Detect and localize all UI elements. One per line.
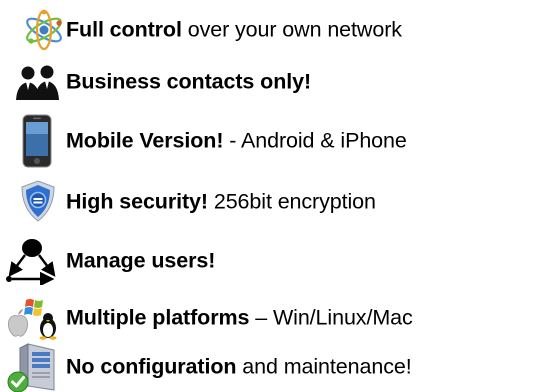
feature-bold: High security! bbox=[66, 189, 208, 214]
feature-text: No configuration and maintenance! bbox=[66, 356, 412, 378]
business-people-icon bbox=[2, 58, 64, 106]
os-logos-icon bbox=[4, 294, 66, 342]
feature-text: Manage users! bbox=[66, 250, 215, 272]
feature-item-multiple-platforms: Multiple platforms – Win/Linux/Mac bbox=[0, 294, 534, 342]
feature-item-full-control: Full control over your own network bbox=[0, 6, 534, 54]
feature-description: - Android & iPhone bbox=[223, 128, 407, 153]
feature-bold: No configuration bbox=[66, 354, 237, 379]
feature-text: Mobile Version! - Android & iPhone bbox=[66, 130, 407, 152]
feature-bold: Mobile Version! bbox=[66, 128, 224, 153]
feature-item-high-security: High security! 256bit encryption bbox=[0, 178, 534, 226]
server-check-icon bbox=[2, 342, 64, 392]
feature-description: over your own network bbox=[181, 17, 402, 42]
feature-text: Full control over your own network bbox=[66, 19, 402, 41]
feature-bold: Multiple platforms bbox=[66, 305, 250, 330]
feature-item-mobile-version: Mobile Version! - Android & iPhone bbox=[0, 112, 534, 170]
feature-item-business-contacts: Business contacts only! bbox=[0, 58, 534, 106]
feature-description: – Win/Linux/Mac bbox=[249, 305, 413, 330]
user-network-icon bbox=[2, 236, 64, 286]
feature-text: Multiple platforms – Win/Linux/Mac bbox=[66, 307, 413, 329]
feature-bold: Manage users! bbox=[66, 248, 216, 273]
feature-text: Business contacts only! bbox=[66, 71, 311, 93]
feature-bold: Full control bbox=[66, 17, 182, 42]
feature-bold: Business contacts only! bbox=[66, 69, 312, 94]
feature-description: and maintenance! bbox=[236, 354, 412, 379]
feature-item-no-configuration: No configuration and maintenance! bbox=[0, 342, 534, 392]
feature-list: Full control over your own network Busin… bbox=[0, 0, 534, 392]
feature-description: 256bit encryption bbox=[207, 189, 376, 214]
feature-item-manage-users: Manage users! bbox=[0, 236, 534, 286]
feature-text: High security! 256bit encryption bbox=[66, 191, 376, 213]
